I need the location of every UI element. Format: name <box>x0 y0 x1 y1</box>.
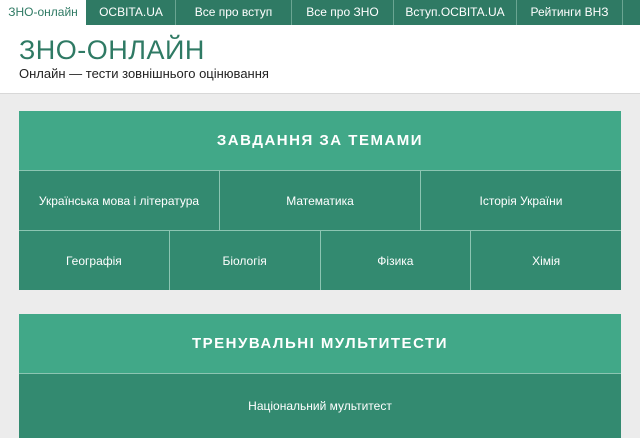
topic-ukrainian-language[interactable]: Українська мова і література <box>19 171 220 230</box>
topic-chemistry[interactable]: Хімія <box>471 231 621 290</box>
tab-zno-online[interactable]: ЗНО-онлайн <box>0 0 87 25</box>
site-title[interactable]: ЗНО-ОНЛАЙН <box>19 35 205 66</box>
topic-physics[interactable]: Фізика <box>321 231 472 290</box>
national-multitest-link[interactable]: Національний мультитест <box>19 374 621 438</box>
tab-university-ratings[interactable]: Рейтинги ВНЗ <box>517 0 623 25</box>
multitests-row: Національний мультитест <box>19 373 621 438</box>
multitests-panel-heading: ТРЕНУВАЛЬНІ МУЛЬТИТЕСТИ <box>19 314 621 373</box>
topics-panel: ЗАВДАННЯ ЗА ТЕМАМИ Українська мова і літ… <box>19 111 621 304</box>
topics-row-1: Українська мова і література Математика … <box>19 170 621 230</box>
site-header: ЗНО-ОНЛАЙН Онлайн — тести зовнішнього оц… <box>0 25 640 94</box>
site-tagline: Онлайн — тести зовнішнього оцінювання <box>19 66 269 81</box>
topic-biology[interactable]: Біологія <box>170 231 321 290</box>
multitests-panel: ТРЕНУВАЛЬНІ МУЛЬТИТЕСТИ Національний мул… <box>19 314 621 438</box>
topics-row-2: Географія Біологія Фізика Хімія <box>19 230 621 290</box>
topic-history-of-ukraine[interactable]: Історія України <box>421 171 621 230</box>
topic-mathematics[interactable]: Математика <box>220 171 421 230</box>
top-navigation: ЗНО-онлайн OCBITA.UA Все про вступ Все п… <box>0 0 640 25</box>
tab-all-about-zno[interactable]: Все про ЗНО <box>292 0 394 25</box>
topic-geography[interactable]: Географія <box>19 231 170 290</box>
main-content: ЗАВДАННЯ ЗА ТЕМАМИ Українська мова і літ… <box>0 95 640 438</box>
tab-osvita-ua[interactable]: OCBITA.UA <box>87 0 176 25</box>
tab-vstup-osvita-ua[interactable]: Вступ.OCBITA.UA <box>394 0 517 25</box>
tab-all-about-admission[interactable]: Все про вступ <box>176 0 292 25</box>
topics-panel-heading: ЗАВДАННЯ ЗА ТЕМАМИ <box>19 111 621 170</box>
